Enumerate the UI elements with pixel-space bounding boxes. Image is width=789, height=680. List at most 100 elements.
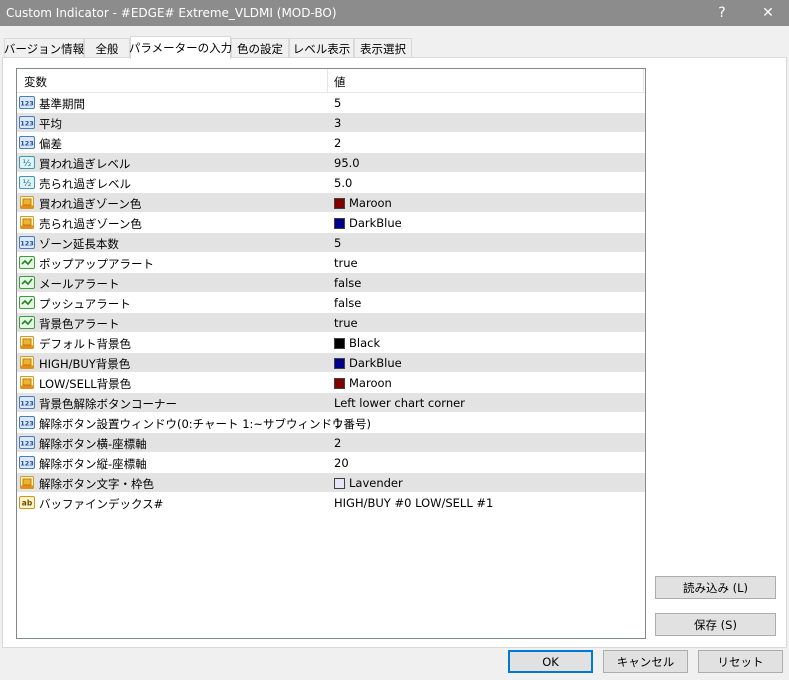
parameter-name: ゾーン延長本数 (39, 237, 119, 251)
parameter-name: 平均 (39, 117, 62, 131)
parameter-row[interactable]: デフォルト背景色 Black (17, 333, 645, 353)
parameter-value[interactable]: Lavender (334, 476, 403, 490)
parameter-value[interactable]: Maroon (334, 196, 392, 210)
int-icon: 123 (19, 435, 35, 450)
parameter-row[interactable]: ab バッファインデックス# HIGH/BUY #0 LOW/SELL #1 (17, 493, 645, 513)
parameter-value[interactable]: 5 (334, 96, 341, 110)
color-icon (19, 375, 35, 390)
parameter-value[interactable]: Maroon (334, 376, 392, 390)
close-button[interactable]: ✕ (745, 0, 789, 26)
parameter-row[interactable]: 買われ過ぎゾーン色 Maroon (17, 193, 645, 213)
parameter-row[interactable]: ポップアップアラート true (17, 253, 645, 273)
parameter-name: 偏差 (39, 137, 62, 151)
parameter-row[interactable]: 解除ボタン文字・枠色 Lavender (17, 473, 645, 493)
parameter-value[interactable]: 3 (334, 116, 341, 130)
parameter-name: 売られ過ぎゾーン色 (39, 217, 142, 231)
save-button[interactable]: 保存 (S) (655, 613, 776, 636)
column-divider (643, 69, 644, 93)
parameter-row[interactable]: LOW/SELL背景色 Maroon (17, 373, 645, 393)
parameter-row[interactable]: 123 解除ボタン横-座標軸 2 (17, 433, 645, 453)
parameter-row[interactable]: 123 基準期間 5 (17, 93, 645, 113)
parameter-row[interactable]: 123 平均 3 (17, 113, 645, 133)
parameter-value[interactable]: true (334, 316, 358, 330)
parameter-value[interactable]: false (334, 276, 361, 290)
tab-general[interactable]: 全般 (84, 38, 130, 58)
parameter-value[interactable]: 2 (334, 136, 341, 150)
parameter-value-text: Black (349, 336, 381, 350)
double-icon: ½ (19, 175, 35, 190)
color-icon (19, 215, 35, 230)
parameter-row[interactable]: 背景色アラート true (17, 313, 645, 333)
parameter-row[interactable]: ½ 買われ過ぎレベル 95.0 (17, 153, 645, 173)
reset-button[interactable]: リセット (698, 650, 783, 673)
svg-text:½: ½ (23, 179, 32, 189)
parameter-row[interactable]: 123 ゾーン延長本数 5 (17, 233, 645, 253)
parameter-row[interactable]: HIGH/BUY背景色 DarkBlue (17, 353, 645, 373)
title-bar: Custom Indicator - #EDGE# Extreme_VLDMI … (0, 0, 789, 26)
int-icon: 123 (19, 395, 35, 410)
color-swatch (334, 217, 345, 229)
color-swatch (334, 197, 345, 209)
color-swatch (334, 377, 345, 389)
tab-color-settings[interactable]: 色の設定 (231, 38, 289, 58)
color-icon (19, 335, 35, 350)
svg-text:123: 123 (20, 100, 34, 108)
parameter-value-text: Maroon (349, 376, 392, 390)
parameter-row[interactable]: 123 偏差 2 (17, 133, 645, 153)
bool-icon (19, 255, 35, 270)
tab-display-selection[interactable]: 表示選択 (354, 38, 412, 58)
grid-rows: 123 基準期間 5 123 平均 3 123 偏差 2 ½ 買われ過ぎレベル 95.0 ½ 売られ過ぎレ… (17, 93, 645, 513)
parameter-value[interactable]: false (334, 296, 361, 310)
parameter-name: LOW/SELL背景色 (39, 377, 132, 391)
parameter-row[interactable]: プッシュアラート false (17, 293, 645, 313)
parameter-value-text: true (334, 256, 358, 270)
parameter-grid[interactable]: 変数 値 123 基準期間 5 123 平均 3 123 偏差 2 ½ 買われ過ぎレベル 95.0 ½ 売… (16, 68, 646, 639)
parameter-name: 買われ過ぎゾーン色 (39, 197, 142, 211)
svg-text:ab: ab (22, 499, 33, 508)
column-header-variable[interactable]: 変数 (24, 74, 47, 90)
parameter-value-text: 95.0 (334, 156, 360, 170)
parameter-row[interactable]: 123 解除ボタン設置ウィンドウ(0:チャート 1:~サブウィンドウ番号) 1 (17, 413, 645, 433)
int-icon: 123 (19, 455, 35, 470)
parameter-name: プッシュアラート (39, 297, 131, 311)
parameter-value[interactable]: HIGH/BUY #0 LOW/SELL #1 (334, 496, 493, 510)
parameter-value[interactable]: Black (334, 336, 380, 350)
parameter-value-text: 3 (334, 116, 342, 130)
parameter-value-text: false (334, 296, 362, 310)
parameter-value[interactable]: 5 (334, 236, 341, 250)
parameter-value[interactable]: DarkBlue (334, 356, 402, 370)
parameter-value[interactable]: true (334, 256, 358, 270)
parameter-row[interactable]: 売られ過ぎゾーン色 DarkBlue (17, 213, 645, 233)
svg-text:123: 123 (20, 460, 34, 468)
parameter-row[interactable]: ½ 売られ過ぎレベル 5.0 (17, 173, 645, 193)
parameter-row[interactable]: メールアラート false (17, 273, 645, 293)
parameter-value[interactable]: 1 (334, 416, 341, 430)
parameter-name: 背景色解除ボタンコーナー (39, 397, 177, 411)
tab-level-display[interactable]: レベル表示 (289, 38, 354, 58)
parameter-value[interactable]: 95.0 (334, 156, 360, 170)
parameter-value[interactable]: DarkBlue (334, 216, 402, 230)
ok-button[interactable]: OK (508, 650, 593, 673)
bool-icon (19, 275, 35, 290)
bool-icon (19, 315, 35, 330)
svg-text:123: 123 (20, 420, 34, 428)
help-button[interactable]: ? (699, 0, 745, 26)
parameter-name: 解除ボタン横-座標軸 (39, 437, 147, 451)
parameter-value[interactable]: 5.0 (334, 176, 352, 190)
svg-text:123: 123 (20, 440, 34, 448)
tab-strip: バージョン情報 全般 パラメーターの入力 色の設定 レベル表示 表示選択 (0, 36, 789, 59)
parameter-value[interactable]: 2 (334, 436, 341, 450)
parameter-row[interactable]: 123 背景色解除ボタンコーナー Left lower chart corner (17, 393, 645, 413)
column-divider[interactable] (327, 69, 328, 93)
tab-version-info[interactable]: バージョン情報 (4, 38, 84, 58)
parameter-name: 解除ボタン設置ウィンドウ(0:チャート 1:~サブウィンドウ番号) (39, 417, 372, 431)
parameter-value[interactable]: 20 (334, 456, 349, 470)
load-button[interactable]: 読み込み (L) (655, 576, 776, 599)
parameter-value-text: true (334, 316, 358, 330)
parameter-value-text: 1 (334, 416, 342, 430)
column-header-value[interactable]: 値 (334, 74, 346, 90)
parameter-row[interactable]: 123 解除ボタン縦-座標軸 20 (17, 453, 645, 473)
parameter-value[interactable]: Left lower chart corner (334, 396, 465, 410)
tab-input-parameters[interactable]: パラメーターの入力 (129, 36, 232, 59)
cancel-button[interactable]: キャンセル (603, 650, 688, 673)
